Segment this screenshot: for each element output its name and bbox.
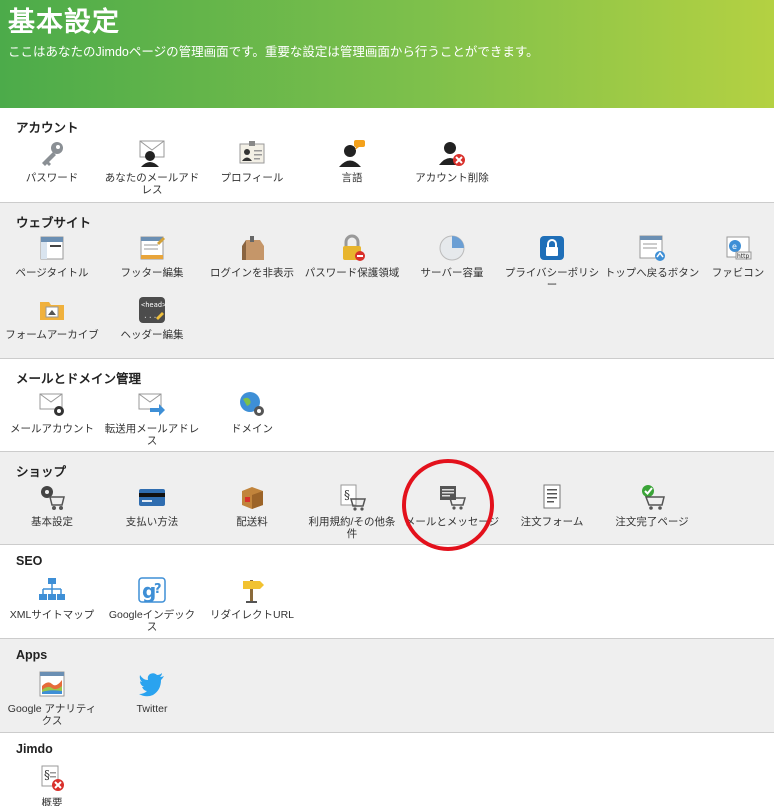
settings-item-language[interactable]: 言語 <box>302 133 402 195</box>
page-title: 基本設定 <box>8 7 120 37</box>
section-website: ウェブサイト ページタイトル フッター編集 ログインを非表示 パスワード保護領域 <box>0 203 774 359</box>
svg-text:e: e <box>732 242 737 251</box>
pie-chart-icon <box>438 234 466 262</box>
settings-item-footer-edit[interactable]: フッター編集 <box>102 228 202 290</box>
settings-item-xml-sitemap[interactable]: XMLサイトマップ <box>2 570 102 632</box>
settings-item-shop-basic[interactable]: 基本設定 <box>2 477 102 539</box>
settings-item-shipping[interactable]: 配送料 <box>202 477 302 539</box>
order-form-icon <box>538 483 566 511</box>
credit-card-icon <box>138 483 166 511</box>
privacy-lock-icon <box>538 234 566 262</box>
section-title: メールとドメイン管理 <box>16 372 142 386</box>
lock-icon <box>338 234 366 262</box>
section-apps: Apps Google アナリティクス Twitter <box>0 639 774 733</box>
settings-item-password[interactable]: パスワード <box>2 133 102 195</box>
section-account: アカウント パスワード あなたのメールアドレス プロフィール 言語 アカウント削… <box>0 108 774 203</box>
cart-terms-icon: § <box>338 483 366 511</box>
section-mail-domain: メールとドメイン管理 メールアカウント 転送用メールアドレス ドメイン <box>0 359 774 452</box>
settings-item-header-edit[interactable]: <head>... ヘッダー編集 <box>102 290 202 352</box>
settings-item-privacy-policy[interactable]: プライバシーポリシー <box>502 228 602 291</box>
user-delete-icon <box>438 139 466 167</box>
section-title: アカウント <box>16 121 79 135</box>
section-seo: SEO XMLサイトマップ g? Googleインデックス リダイレクトURL <box>0 545 774 639</box>
settings-item-payment[interactable]: 支払い方法 <box>102 477 202 539</box>
signpost-icon <box>238 576 266 604</box>
footer-edit-icon <box>138 234 166 262</box>
section-jimdo: Jimdo § 概要 <box>0 733 774 806</box>
settings-item-delete-account[interactable]: アカウント削除 <box>402 133 502 195</box>
svg-text:<head>: <head> <box>141 301 166 309</box>
settings-item-forward-mail[interactable]: 転送用メールアドレス <box>102 384 202 447</box>
settings-item-order-complete[interactable]: 注文完了ページ <box>602 477 702 539</box>
settings-item-overview[interactable]: § 概要 <box>2 758 102 806</box>
settings-item-twitter[interactable]: Twitter <box>102 664 202 726</box>
user-speech-icon <box>338 139 366 167</box>
svg-text:...: ... <box>143 311 157 320</box>
key-icon <box>38 139 66 167</box>
settings-item-profile[interactable]: プロフィール <box>202 133 302 195</box>
settings-item-terms[interactable]: § 利用規約/その他条件 <box>302 477 402 540</box>
section-title: ショップ <box>16 465 67 479</box>
mail-forward-icon <box>138 390 166 418</box>
highlight-circle <box>402 459 494 551</box>
section-title: Apps <box>16 648 48 662</box>
settings-item-email[interactable]: あなたのメールアドレス <box>102 133 202 196</box>
page-header: 基本設定 ここはあなたのJimdoページの管理画面です。重要な設定は管理画面から… <box>0 0 774 108</box>
login-hide-icon <box>238 234 266 262</box>
globe-gear-icon <box>238 390 266 418</box>
svg-text:?: ? <box>154 582 162 597</box>
page-title-icon <box>38 234 66 262</box>
profile-card-icon <box>238 139 266 167</box>
cart-check-icon <box>638 483 666 511</box>
head-code-icon: <head>... <box>138 296 166 324</box>
settings-item-back-to-top[interactable]: トップへ戻るボタン <box>602 228 702 290</box>
settings-item-password-protection[interactable]: パスワード保護領域 <box>302 228 402 290</box>
box-icon <box>238 483 266 511</box>
user-mail-icon <box>138 139 166 167</box>
sitemap-icon <box>38 576 66 604</box>
cart-gear-icon <box>38 483 66 511</box>
section-shop: ショップ 基本設定 支払い方法 配送料 § 利用規約/その他条件 メールとメッセ… <box>0 452 774 545</box>
settings-item-google-analytics[interactable]: Google アナリティクス <box>2 664 102 727</box>
mail-gear-icon <box>38 390 66 418</box>
section-title: Jimdo <box>16 742 53 756</box>
settings-item-favicon[interactable]: e http ファビコン <box>702 228 774 290</box>
folder-icon <box>38 296 66 324</box>
twitter-bird-icon <box>138 670 166 698</box>
settings-item-form-archive[interactable]: フォームアーカイブ <box>2 290 102 352</box>
back-to-top-icon <box>638 234 666 262</box>
svg-text:§: § <box>344 488 350 502</box>
settings-item-login-hide[interactable]: ログインを非表示 <box>202 228 302 290</box>
svg-text:http: http <box>737 253 750 260</box>
settings-item-server-capacity[interactable]: サーバー容量 <box>402 228 502 290</box>
section-title: ウェブサイト <box>16 216 92 230</box>
google-index-icon: g? <box>138 576 166 604</box>
settings-item-page-title[interactable]: ページタイトル <box>2 228 102 290</box>
settings-item-domain[interactable]: ドメイン <box>202 384 302 446</box>
settings-item-redirect-url[interactable]: リダイレクトURL <box>202 570 302 632</box>
settings-item-order-form[interactable]: 注文フォーム <box>502 477 602 539</box>
analytics-icon <box>38 670 66 698</box>
settings-item-google-index[interactable]: g? Googleインデックス <box>102 570 202 633</box>
page-subtitle: ここはあなたのJimdoページの管理画面です。重要な設定は管理画面から行うことが… <box>8 45 539 59</box>
settings-item-mail-account[interactable]: メールアカウント <box>2 384 102 446</box>
favicon-icon: e http <box>724 234 752 262</box>
terms-delete-icon: § <box>38 764 66 792</box>
svg-text:§: § <box>44 768 50 782</box>
section-title: SEO <box>16 554 43 568</box>
